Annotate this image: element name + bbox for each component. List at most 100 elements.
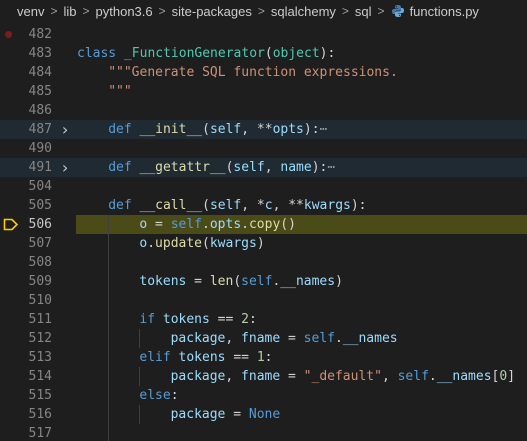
breadcrumb-file[interactable]: functions.py xyxy=(410,4,479,19)
code-line[interactable]: 486 xyxy=(0,101,527,120)
code-line[interactable]: 504 xyxy=(0,177,527,196)
code-token: opts xyxy=(209,217,242,232)
line-gutter[interactable]: 517 xyxy=(0,424,80,441)
line-gutter[interactable]: 514 xyxy=(0,367,80,386)
code-token: __names xyxy=(280,274,336,289)
breadcrumb-item-sql[interactable]: sql xyxy=(355,4,372,19)
code-tokens: """ xyxy=(108,82,131,101)
line-gutter[interactable]: 486 xyxy=(0,101,80,120)
code-token: tokens xyxy=(162,312,210,327)
line-gutter[interactable]: 484 xyxy=(0,63,80,82)
chevron-right-icon[interactable]: › xyxy=(59,158,71,177)
code-line[interactable]: 490 xyxy=(0,139,527,158)
line-gutter[interactable]: 505 xyxy=(0,196,80,215)
line-number: 491 xyxy=(28,160,52,175)
code-line[interactable]: 484 """Generate SQL function expressions. xyxy=(0,63,527,82)
code-text: tokens = len(self.__names) xyxy=(76,272,527,291)
indent-guide xyxy=(108,291,110,310)
breadcrumb-item-lib[interactable]: lib xyxy=(63,4,76,19)
code-token: . xyxy=(147,236,156,251)
breadcrumb-item-site-packages[interactable]: site-packages xyxy=(172,4,252,19)
code-line[interactable]: 483 class _FunctionGenerator(object): xyxy=(0,44,527,63)
code-text: """Generate SQL function expressions. xyxy=(76,63,527,82)
breakpoint-icon[interactable] xyxy=(5,31,12,38)
code-token: __init__ xyxy=(139,122,203,137)
line-gutter[interactable]: 504 xyxy=(0,177,80,196)
code-token: : xyxy=(264,350,273,365)
code-tokens: class _FunctionGenerator(object): xyxy=(77,44,335,63)
code-text xyxy=(76,291,527,310)
line-number: 485 xyxy=(28,84,52,99)
line-gutter[interactable]: 506 xyxy=(0,215,80,234)
code-token: ( xyxy=(202,198,210,213)
code-line[interactable]: 515 else: xyxy=(0,386,527,405)
code-line[interactable]: 505 def __call__(self, *c, **kwargs): xyxy=(0,196,527,215)
code-tokens: if tokens == 2: xyxy=(139,310,256,329)
line-gutter[interactable]: 491 › xyxy=(0,158,80,177)
code-line[interactable]: 512 package, fname = self.__names xyxy=(0,329,527,348)
line-gutter[interactable]: 509 xyxy=(0,272,80,291)
line-number: 515 xyxy=(28,388,52,403)
code-line[interactable]: 506 o = self.opts.copy() xyxy=(0,215,527,234)
line-gutter[interactable]: 483 xyxy=(0,44,80,63)
indent-guide xyxy=(108,329,110,348)
line-gutter[interactable]: 512 xyxy=(0,329,80,348)
line-gutter[interactable]: 510 xyxy=(0,291,80,310)
code-line[interactable]: 485 """ xyxy=(0,82,527,101)
indent-guide xyxy=(108,215,110,234)
code-token: package xyxy=(170,407,226,422)
code-token: ( xyxy=(202,236,210,251)
line-gutter[interactable]: 485 xyxy=(0,82,80,101)
line-gutter[interactable]: 482 xyxy=(0,25,80,44)
line-gutter[interactable]: 516 xyxy=(0,405,80,424)
code-line[interactable]: 509 tokens = len(self.__names) xyxy=(0,272,527,291)
code-token: def xyxy=(108,160,140,175)
code-text: elif tokens == 1: xyxy=(76,348,527,367)
code-token: None xyxy=(248,407,281,422)
code-line[interactable]: 487 › def __init__(self, **opts):⋯ xyxy=(0,120,527,139)
code-line[interactable]: 514 package, fname = "_default", self.__n… xyxy=(0,367,527,386)
chevron-right-icon: > xyxy=(341,4,349,18)
line-number: 510 xyxy=(28,293,52,308)
chevron-right-icon[interactable]: › xyxy=(59,120,71,139)
line-number: 484 xyxy=(28,65,52,80)
code-token: ( xyxy=(202,122,210,137)
code-token: . xyxy=(334,331,343,346)
breadcrumb-item-sqlalchemy[interactable]: sqlalchemy xyxy=(271,4,336,19)
line-number: 507 xyxy=(28,236,52,251)
code-token: self xyxy=(241,274,273,289)
line-gutter[interactable]: 508 xyxy=(0,253,80,272)
code-line[interactable]: 513 elif tokens == 1: xyxy=(0,348,527,367)
indent-guide xyxy=(108,405,110,424)
line-gutter[interactable]: 513 xyxy=(0,348,80,367)
line-gutter[interactable]: 511 xyxy=(0,310,80,329)
code-token: fname xyxy=(241,369,281,384)
code-token: else xyxy=(139,388,171,403)
line-gutter[interactable]: 490 xyxy=(0,139,80,158)
code-editor[interactable]: 482 483 class _FunctionGenerator(object): 4… xyxy=(0,22,527,441)
line-number: 514 xyxy=(28,369,52,384)
code-line[interactable]: 511 if tokens == 2: xyxy=(0,310,527,329)
line-gutter[interactable]: 487 › xyxy=(0,120,80,139)
code-line[interactable]: 482 xyxy=(0,25,527,44)
code-line[interactable]: 517 xyxy=(0,424,527,441)
line-gutter[interactable]: 507 xyxy=(0,234,80,253)
line-gutter[interactable]: 515 xyxy=(0,386,80,405)
chevron-right-icon: > xyxy=(82,4,90,18)
code-token: """ xyxy=(108,84,132,99)
code-text: class _FunctionGenerator(object): xyxy=(76,44,527,63)
code-text: o = self.opts.copy() xyxy=(76,215,527,234)
code-token: elif xyxy=(139,350,179,365)
code-line[interactable]: 510 xyxy=(0,291,527,310)
breadcrumb-item-venv[interactable]: venv xyxy=(17,4,44,19)
code-text: """ xyxy=(76,82,527,101)
code-line[interactable]: 507 o.update(kwargs) xyxy=(0,234,527,253)
code-line[interactable]: 508 xyxy=(0,253,527,272)
line-number: 512 xyxy=(28,331,52,346)
line-number: 509 xyxy=(28,274,52,289)
breadcrumb-item-python[interactable]: python3.6 xyxy=(96,4,153,19)
code-line[interactable]: 491 › def __getattr__(self, name):⋯ xyxy=(0,158,527,177)
code-line[interactable]: 516 package = None xyxy=(0,405,527,424)
